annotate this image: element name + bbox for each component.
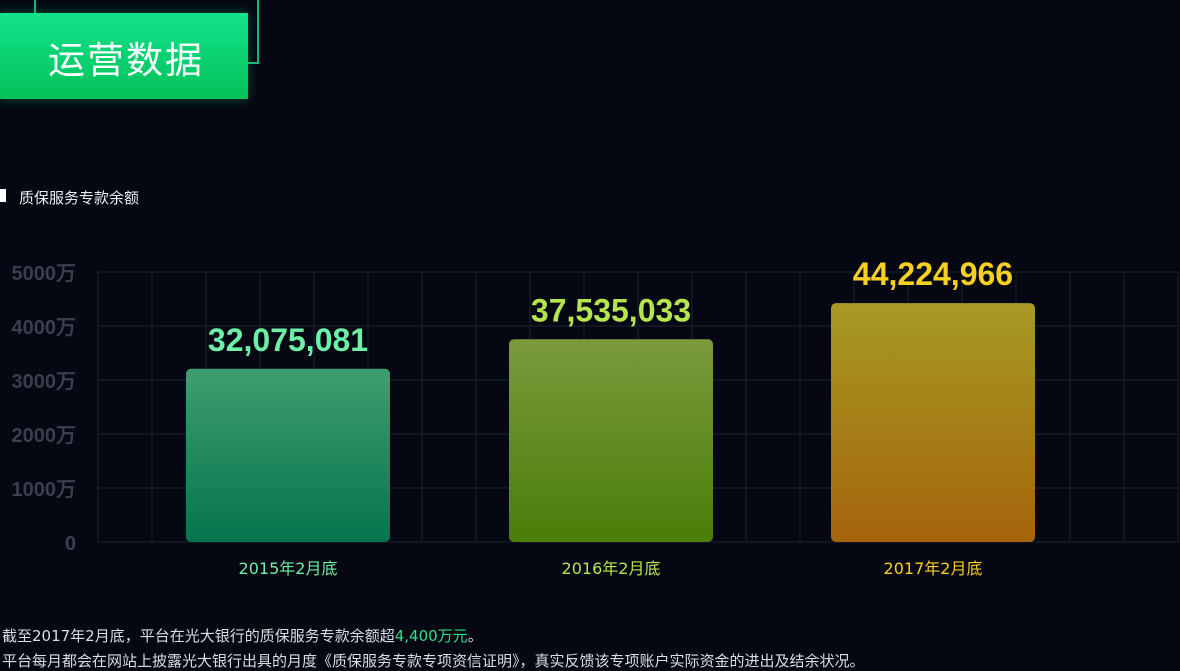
y-tick-label: 1000万 bbox=[12, 479, 77, 501]
x-category-label: 2017年2月底 bbox=[884, 559, 983, 578]
y-tick-label: 4000万 bbox=[12, 317, 77, 339]
note-line-1: 截至2017年2月底，平台在光大银行的质保服务专款余额超4,400万元。 bbox=[2, 625, 483, 646]
y-tick-label: 0 bbox=[65, 533, 76, 555]
page-title: 运营数据 bbox=[48, 39, 204, 82]
bar-value-label: 37,535,033 bbox=[531, 292, 691, 328]
x-category-label: 2016年2月底 bbox=[562, 559, 661, 578]
bar-value-label: 32,075,081 bbox=[208, 322, 368, 358]
bar-2015年2月底 bbox=[186, 368, 390, 542]
chart-subtitle: 质保服务专款余额 bbox=[19, 189, 140, 207]
bar-2016年2月底 bbox=[509, 339, 713, 542]
bar-2017年2月底 bbox=[831, 303, 1035, 542]
bar-value-label: 44,224,966 bbox=[853, 256, 1013, 292]
note-highlight-amount: 4,400万元 bbox=[394, 627, 468, 645]
bar-chart: 0 1000万 2000万 3000万 4000万 5000万 32,075,081 2015… bbox=[12, 256, 1179, 578]
subtitle-marker bbox=[0, 189, 6, 202]
y-tick-label: 5000万 bbox=[12, 263, 77, 285]
note-line-1-prefix: 截至2017年2月底，平台在光大银行的质保服务专款余额超 bbox=[2, 627, 395, 645]
y-tick-label: 3000万 bbox=[12, 371, 77, 393]
note-line-1-suffix: 。 bbox=[467, 627, 483, 645]
x-category-label: 2015年2月底 bbox=[239, 559, 338, 578]
y-tick-label: 2000万 bbox=[12, 425, 77, 447]
